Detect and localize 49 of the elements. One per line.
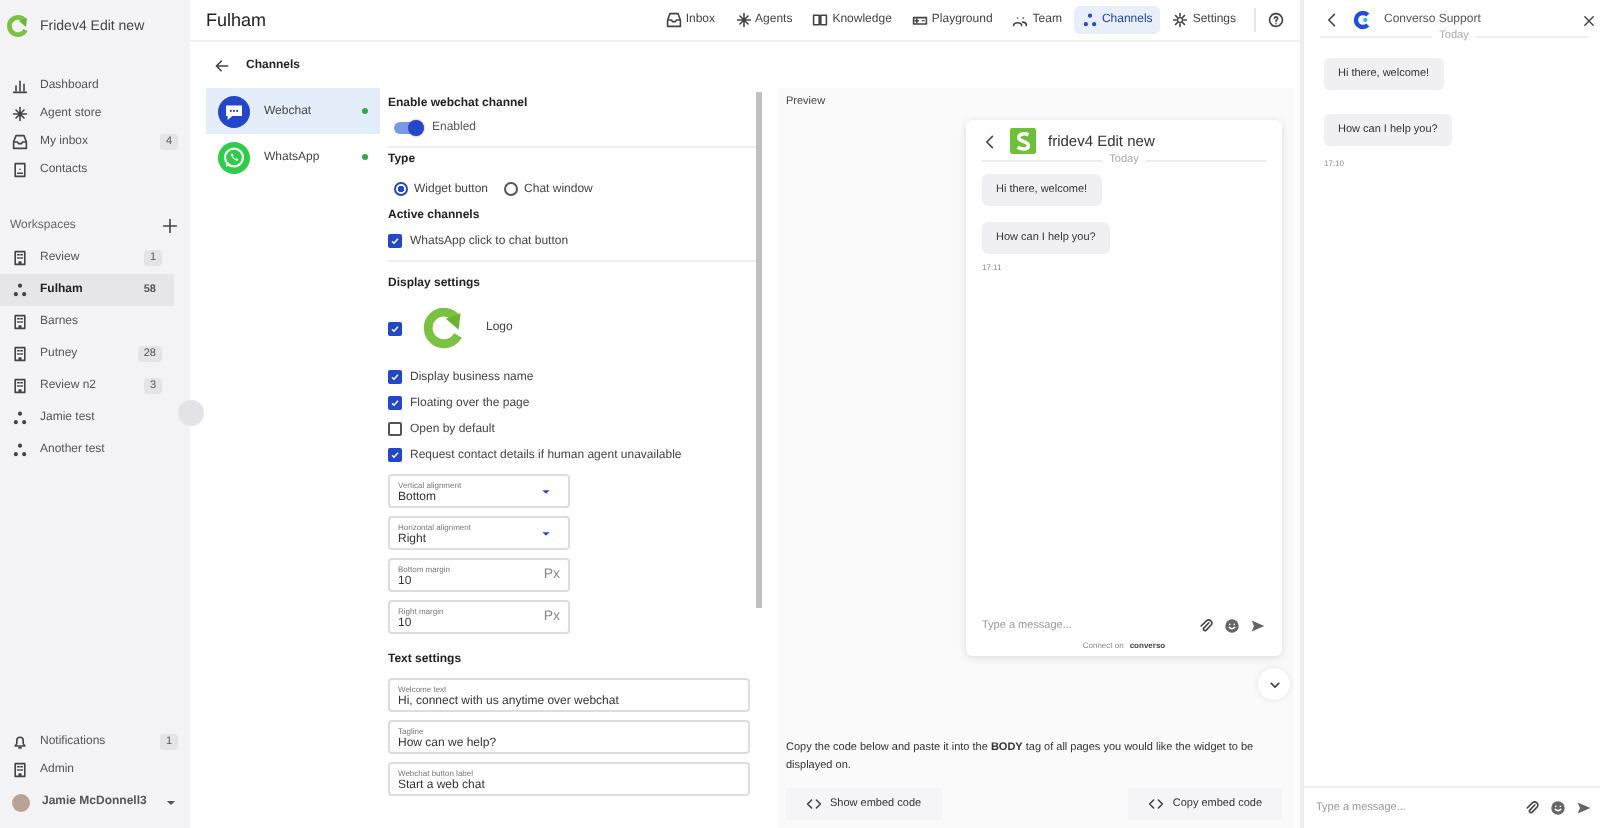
page-title: Fulham	[206, 10, 269, 30]
add-icon[interactable]	[162, 218, 178, 234]
caret-icon[interactable]	[540, 528, 552, 540]
contacts-icon	[12, 162, 28, 178]
collapse-handle[interactable]	[178, 400, 204, 426]
inbox-icon	[665, 12, 682, 28]
emoji-icon[interactable]	[1224, 618, 1240, 634]
radio-button[interactable]	[504, 182, 519, 196]
logo-icon	[6, 14, 30, 38]
checkbox[interactable]	[388, 321, 402, 335]
building-icon	[12, 762, 28, 778]
help-icon[interactable]	[1268, 12, 1284, 28]
chevron-down-icon	[1267, 677, 1281, 691]
inbox-icon	[12, 134, 28, 150]
people-icon	[1012, 12, 1029, 28]
back-chevron-icon[interactable]	[982, 133, 998, 149]
close-icon[interactable]	[1582, 13, 1596, 27]
avatar	[12, 793, 30, 811]
sparkle-icon	[735, 12, 752, 28]
scrollbar[interactable]	[756, 92, 762, 608]
settings-icon	[1172, 12, 1189, 28]
send-icon[interactable]	[1250, 618, 1266, 634]
back-arrow-icon[interactable]	[214, 58, 230, 74]
collapse-button[interactable]	[1258, 668, 1290, 700]
checkbox[interactable]	[388, 448, 402, 462]
chart-icon	[12, 78, 28, 94]
toggle-switch[interactable]	[394, 122, 422, 134]
code-icon	[1148, 796, 1165, 812]
logo-icon	[1352, 10, 1372, 30]
checkbox[interactable]	[388, 370, 402, 384]
code-icon	[806, 796, 822, 812]
checkbox[interactable]	[388, 396, 402, 410]
gamepad-icon	[911, 12, 928, 28]
checkbox[interactable]	[388, 422, 402, 436]
attach-icon[interactable]	[1524, 800, 1540, 816]
emoji-icon[interactable]	[1550, 800, 1566, 816]
send-icon[interactable]	[1576, 800, 1592, 816]
caret-icon[interactable]	[164, 795, 178, 809]
logo-icon	[1010, 128, 1036, 154]
book-icon	[812, 12, 829, 28]
back-chevron-icon[interactable]	[1324, 12, 1340, 28]
caret-icon[interactable]	[540, 486, 552, 498]
network-icon	[1081, 12, 1098, 28]
logo-icon	[422, 306, 466, 350]
attach-icon[interactable]	[1198, 618, 1214, 634]
sparkle-icon	[12, 106, 28, 122]
radio-button[interactable]	[394, 182, 408, 196]
bell-icon	[12, 734, 28, 750]
checkbox[interactable]	[388, 234, 402, 248]
